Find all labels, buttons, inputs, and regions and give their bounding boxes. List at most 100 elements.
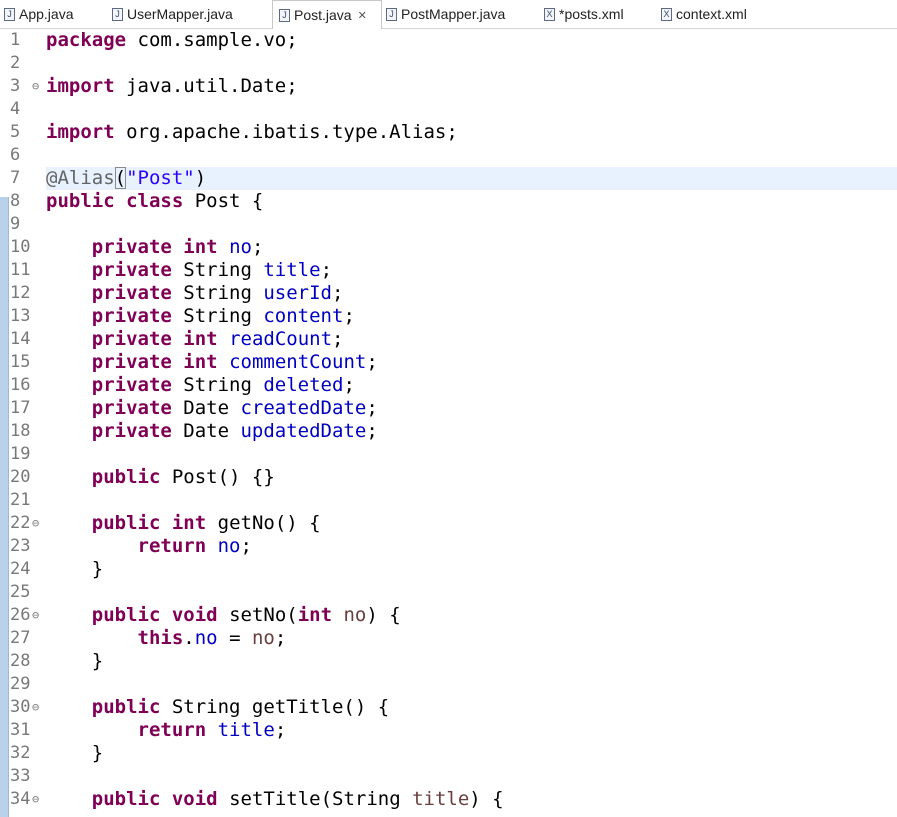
line-number: 33 (10, 766, 31, 786)
code-line[interactable]: } (46, 558, 103, 581)
line-number: 21 (10, 490, 31, 510)
code-token: = (217, 627, 252, 649)
tab-usermapper-java[interactable]: J UserMapper.java (112, 0, 233, 28)
code-token-kw: public (91, 466, 161, 488)
tab-label: UserMapper.java (127, 6, 233, 22)
code-token-kw: void (171, 604, 218, 626)
code-token: Date (171, 397, 241, 419)
fold-toggle-icon[interactable]: ⊖ (32, 512, 42, 535)
line-number: 16 (10, 375, 31, 395)
code-token-bracket: ( (114, 167, 127, 189)
code-line[interactable]: public String getTitle() { (46, 696, 389, 719)
code-line[interactable]: import java.util.Date; (46, 75, 298, 98)
tab-posts-xml[interactable]: X *posts.xml (544, 0, 624, 28)
code-token-kw: int (183, 351, 218, 373)
code-token-str: "Post" (126, 167, 195, 189)
code-line[interactable]: public void setNo(int no) { (46, 604, 401, 627)
code-line[interactable]: public Post() {} (46, 466, 275, 489)
code-line[interactable]: public void setTitle(String title) { (46, 788, 504, 811)
code-token: ; (332, 282, 344, 304)
line-number: 24 (10, 559, 31, 579)
code-area[interactable]: package com.sample.vo; import java.util.D… (46, 29, 897, 813)
line-number: 14 (10, 329, 31, 349)
tab-context-xml[interactable]: X context.xml (661, 0, 747, 28)
code-line[interactable]: private String userId; (46, 282, 344, 305)
code-line[interactable]: @Alias("Post") (46, 167, 897, 190)
code-token-kw: private (91, 236, 172, 258)
line-number: 23 (10, 536, 31, 556)
line-number: 4 (10, 99, 21, 119)
line-number: 18 (10, 421, 31, 441)
code-token-fld: no (217, 535, 241, 557)
code-token: java.util.Date; (114, 75, 298, 97)
fold-toggle-icon[interactable]: ⊖ (32, 788, 42, 811)
line-number: 2 (10, 53, 21, 73)
java-file-icon: J (4, 7, 15, 21)
line-number: 10 (10, 237, 31, 257)
code-editor[interactable]: 1 2 3 ⊖ 4 5 6 7 8 9 10 11 12 13 14 15 16 17 18 19 20 21 22 ⊖ 23 2… (0, 29, 897, 817)
code-token-kw: class (126, 190, 184, 212)
close-tab-icon[interactable]: ✕ (358, 9, 367, 22)
line-number-gutter: 1 2 3 ⊖ 4 5 6 7 8 9 10 11 12 13 14 15 16 17 18 19 20 21 22 ⊖ 23 2… (0, 29, 44, 813)
code-line[interactable]: private Date updatedDate; (46, 420, 378, 443)
code-token-kw: return (137, 719, 207, 741)
code-token: } (46, 558, 104, 580)
code-token: Date (171, 420, 241, 442)
line-number: 11 (10, 260, 31, 280)
code-token: ; (366, 397, 378, 419)
code-token-fld: updatedDate (240, 420, 367, 442)
line-number: 31 (10, 720, 31, 740)
code-token: ) { (366, 604, 401, 626)
code-line[interactable]: private Date createdDate; (46, 397, 378, 420)
code-token-kw: package (46, 29, 127, 51)
code-line[interactable]: private int no; (46, 236, 264, 259)
code-token: ; (274, 627, 287, 649)
tab-postmapper-java[interactable]: J PostMapper.java (386, 0, 505, 28)
fold-toggle-icon[interactable]: ⊖ (32, 696, 42, 719)
code-line[interactable]: public class Post { (46, 190, 263, 213)
code-line[interactable]: this.no = no; (46, 627, 287, 650)
tab-app-java[interactable]: J App.java (4, 0, 73, 28)
code-token: } (46, 650, 104, 672)
code-token: ; (240, 535, 252, 557)
code-line[interactable]: return title; (46, 719, 287, 742)
line-number: 25 (10, 582, 31, 602)
code-line[interactable]: private String title; (46, 259, 332, 282)
code-token-kw: int (183, 328, 218, 350)
code-token-kw: private (91, 282, 172, 304)
code-token-kw: return (137, 535, 207, 557)
code-token-kw: int (297, 604, 333, 626)
code-line[interactable]: public int getNo() { (46, 512, 321, 535)
code-line[interactable]: package com.sample.vo; (46, 29, 298, 52)
code-token-kw: private (91, 259, 172, 281)
code-token-fld: no (194, 627, 218, 649)
code-line[interactable]: } (46, 650, 103, 673)
line-number: 28 (10, 651, 31, 671)
code-line[interactable]: import org.apache.ibatis.type.Alias; (46, 121, 458, 144)
editor-tab-bar: J App.java J UserMapper.java J Post.java… (0, 0, 897, 29)
code-line[interactable]: private String deleted; (46, 374, 355, 397)
tab-label: context.xml (676, 6, 747, 22)
code-token: } (46, 742, 104, 764)
code-token-kw: private (91, 374, 172, 396)
fold-toggle-icon[interactable]: ⊖ (32, 75, 42, 98)
code-token-kw: import (46, 121, 115, 143)
code-token: String getTitle() { (160, 696, 390, 718)
code-token: ; (366, 351, 378, 373)
code-line[interactable]: return no; (46, 535, 252, 558)
code-line[interactable]: private int commentCount; (46, 351, 378, 374)
code-line[interactable]: } (46, 742, 103, 765)
code-line[interactable]: private int readCount; (46, 328, 344, 351)
code-line[interactable]: private String content; (46, 305, 355, 328)
tab-post-java[interactable]: J Post.java ✕ (272, 0, 382, 29)
fold-toggle-icon[interactable]: ⊖ (32, 604, 42, 627)
